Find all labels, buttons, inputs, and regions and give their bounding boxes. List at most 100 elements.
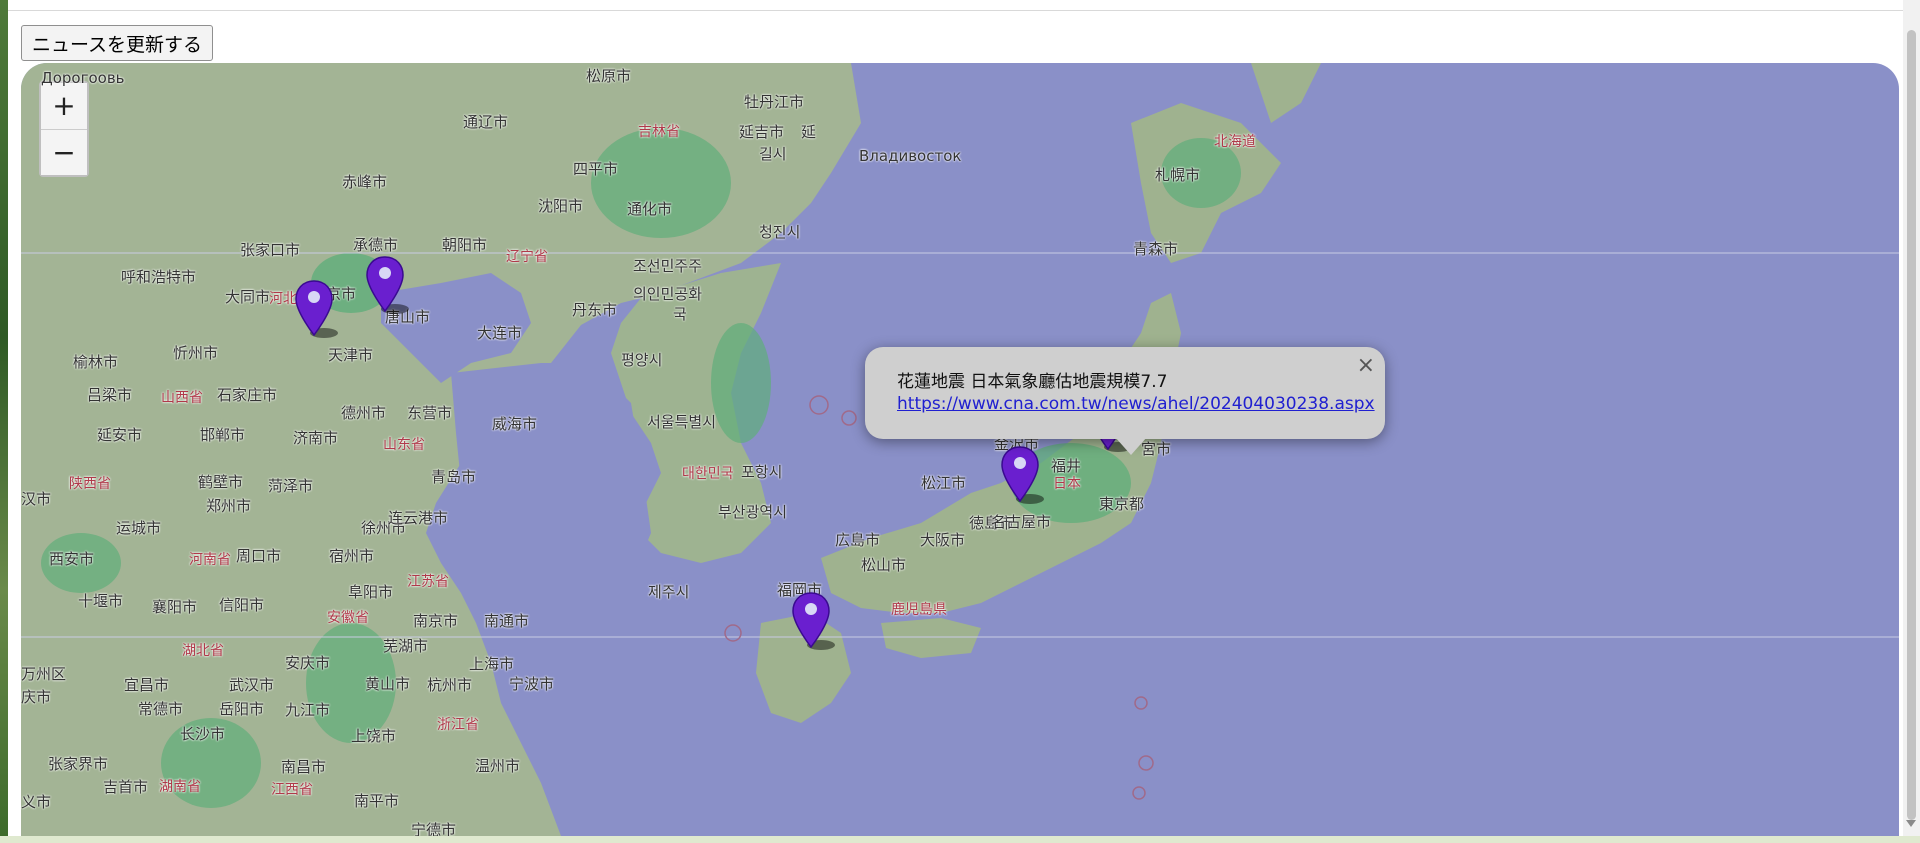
zoom-in-button[interactable]: + xyxy=(41,83,87,129)
close-icon[interactable]: × xyxy=(1357,353,1375,378)
place-label: 丹东市 xyxy=(572,301,618,319)
island xyxy=(809,395,829,415)
scrollbar-thumb[interactable] xyxy=(1907,30,1916,820)
place-label: 부산광역시 xyxy=(718,503,788,521)
place-label: 安徽省 xyxy=(327,610,369,626)
place-label: 南通市 xyxy=(484,612,530,630)
place-label: 宜昌市 xyxy=(124,676,170,694)
place-label: 大连市 xyxy=(477,324,523,342)
place-label: 通化市 xyxy=(627,200,673,218)
place-label: 呼和浩特市 xyxy=(121,268,197,286)
place-label: 张家口市 xyxy=(240,241,301,259)
island xyxy=(1134,696,1148,710)
place-label: 榆林市 xyxy=(73,353,119,371)
popup-title: 花蓮地震 日本氣象廳估地震規模7.7 xyxy=(897,372,1168,392)
place-label: 松山市 xyxy=(861,556,907,574)
marker-kagoshima-area[interactable] xyxy=(791,591,835,650)
place-label: 朝阳市 xyxy=(442,236,488,254)
place-label: 牡丹江市 xyxy=(744,93,805,111)
top-divider xyxy=(8,10,1908,11)
place-label: 青岛市 xyxy=(431,468,477,486)
place-label: 山东省 xyxy=(383,437,425,453)
place-label: 大阪市 xyxy=(920,531,966,549)
place-label: 周口市 xyxy=(236,547,282,565)
place-label: 河北 xyxy=(269,291,297,307)
sea-yellow xyxy=(451,363,651,623)
place-label: 広島市 xyxy=(835,531,881,549)
zoom-control: + − xyxy=(39,81,89,177)
place-label: 东营市 xyxy=(407,404,453,422)
place-label: 九江市 xyxy=(285,701,331,719)
place-label: 菏泽市 xyxy=(268,477,314,495)
place-label: 威海市 xyxy=(492,415,538,433)
place-label: 张家界市 xyxy=(48,755,109,773)
land-shikoku xyxy=(881,618,981,658)
marker-tangshan-area[interactable] xyxy=(365,255,409,314)
place-label: 鹿児島県 xyxy=(891,602,947,618)
place-label: 吉首市 xyxy=(103,778,149,796)
place-label: 义市 xyxy=(21,793,52,811)
place-label: 上海市 xyxy=(469,655,515,673)
refresh-news-button[interactable]: ニュースを更新する xyxy=(21,25,214,61)
zoom-out-button[interactable]: − xyxy=(41,129,87,175)
place-label: 四平市 xyxy=(573,160,619,178)
place-label: 万州区 xyxy=(21,665,67,683)
place-label: 국 xyxy=(673,305,687,323)
place-label: 宿州市 xyxy=(329,547,375,565)
map-pin-icon xyxy=(792,592,835,650)
place-label: 鹤壁市 xyxy=(198,473,244,491)
place-label: 黄山市 xyxy=(365,675,411,693)
place-label: 安庆市 xyxy=(285,654,331,672)
map-tiles xyxy=(21,63,1899,836)
place-label: 湖南省 xyxy=(159,779,201,795)
place-label: 北海道 xyxy=(1214,134,1256,150)
island xyxy=(1138,755,1154,771)
popup-news-link[interactable]: https://www.cna.com.tw/news/ahel/2024040… xyxy=(897,394,1375,414)
place-label: 陕西省 xyxy=(69,476,111,492)
left-window-edge xyxy=(0,0,8,843)
place-label: 襄阳市 xyxy=(152,598,198,616)
map-pin-icon xyxy=(295,280,338,338)
place-label: 芜湖市 xyxy=(383,637,429,655)
map-view[interactable]: + − Дорогоовь 松原市 牡丹江市 通辽市 吉林省 延吉市延 Владивосто… xyxy=(21,63,1899,836)
place-label: 运城市 xyxy=(116,519,162,537)
place-label: 평양시 xyxy=(621,351,663,369)
place-label: 信阳市 xyxy=(219,596,265,614)
land-sakhalin xyxy=(1251,63,1321,123)
place-label: 承德市 xyxy=(353,236,399,254)
bottom-window-edge xyxy=(0,836,1920,843)
place-label: 南平市 xyxy=(354,792,400,810)
place-label: 赤峰市 xyxy=(342,173,388,191)
place-label: 서울특별시 xyxy=(647,413,717,431)
place-label: 青森市 xyxy=(1133,240,1179,258)
place-label: 大同市 xyxy=(225,288,271,306)
island xyxy=(841,410,857,426)
place-label: 长沙市 xyxy=(180,725,226,743)
map-pin-icon xyxy=(1001,446,1044,504)
place-label: 天津市 xyxy=(328,346,374,364)
place-label: 대한민국 xyxy=(682,466,734,482)
marker-fukui-area[interactable] xyxy=(1000,445,1044,504)
place-label: 延吉市 xyxy=(739,123,785,141)
place-label: 邯郸市 xyxy=(200,426,246,444)
place-label: 吕梁市 xyxy=(87,386,133,404)
place-label: 忻州市 xyxy=(173,344,219,362)
place-label: 길시 xyxy=(759,145,787,163)
place-label: 济南市 xyxy=(293,429,339,447)
place-label: 连云港市 xyxy=(388,509,449,527)
place-label: 延安市 xyxy=(97,426,143,444)
place-label: 郑州市 xyxy=(206,497,252,515)
scroll-down-icon[interactable] xyxy=(1906,820,1916,827)
popup-tip xyxy=(1115,437,1147,455)
place-label: 常德市 xyxy=(138,700,184,718)
place-label: 汉市 xyxy=(21,490,52,508)
place-label: 松江市 xyxy=(921,474,967,492)
marker-beijing-area[interactable] xyxy=(294,279,338,338)
news-popup: × 花蓮地震 日本氣象廳估地震規模7.7 https://www.cna.com… xyxy=(865,347,1385,455)
place-label: 沈阳市 xyxy=(538,197,584,215)
place-label: 浙江省 xyxy=(437,717,479,733)
forest-patch xyxy=(711,323,771,443)
place-label: 名古屋市 xyxy=(991,513,1052,531)
place-label: Владивосток xyxy=(859,147,962,165)
vertical-scrollbar[interactable] xyxy=(1903,0,1920,836)
